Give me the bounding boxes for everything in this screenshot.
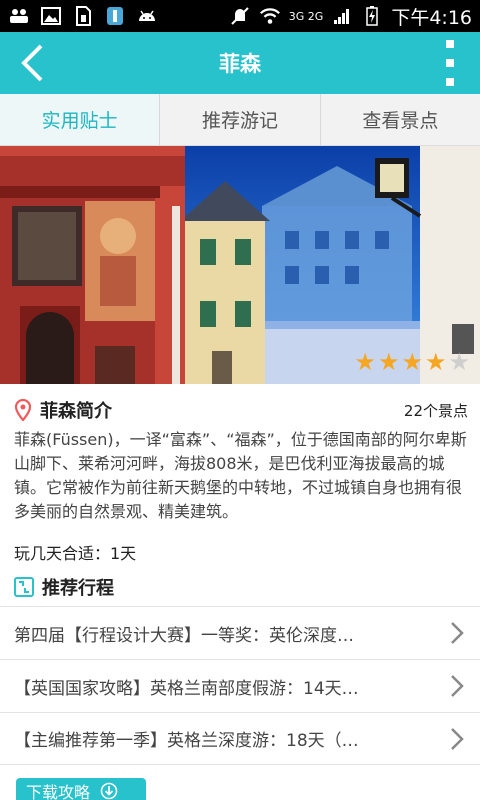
star-filled-icon: ★	[354, 348, 376, 376]
back-arrow-icon	[21, 44, 43, 82]
itinerary-title: 【主编推荐第一季】英格兰深度游：18天（…	[14, 731, 359, 751]
back-button[interactable]	[12, 42, 52, 84]
star-filled-icon: ★	[377, 348, 400, 376]
download-icon	[100, 782, 118, 800]
menu-dot-icon	[446, 78, 454, 86]
image-icon	[40, 6, 62, 26]
itinerary-list: 第四届【行程设计大赛】一等奖：英伦深度… 【英国国家攻略】英格兰南部度假游：14…	[0, 606, 480, 765]
city-banner-image[interactable]: ★ ★ ★ ★ ★	[0, 146, 480, 384]
itinerary-item[interactable]: 【英国国家攻略】英格兰南部度假游：14天…	[0, 659, 480, 712]
rating-stars: ★ ★ ★ ★ ★	[354, 350, 470, 374]
tab-attractions[interactable]: 查看景点	[321, 94, 480, 145]
itinerary-item[interactable]: 第四届【行程设计大赛】一等奖：英伦深度…	[0, 606, 480, 659]
tab-tips[interactable]: 实用贴士	[0, 94, 161, 145]
itinerary-title: 【英国国家攻略】英格兰南部度假游：14天…	[14, 678, 359, 699]
intro-header: 菲森简介 22个景点	[14, 396, 468, 424]
star-filled-icon: ★	[401, 348, 423, 376]
status-time: 下午4:16	[391, 6, 472, 29]
star-empty-icon: ★	[448, 348, 470, 376]
itinerary-icon	[14, 577, 34, 597]
chevron-right-icon	[451, 727, 464, 750]
star-filled-icon: ★	[424, 348, 447, 376]
people-icon	[8, 6, 30, 26]
recommend-title: 推荐行程	[42, 578, 114, 599]
suggested-duration: 玩几天合适：1天	[14, 544, 137, 563]
status-bar: 3G 2G 下午4:16	[0, 0, 480, 32]
signal-icon	[331, 6, 353, 26]
attraction-count[interactable]: 22个景点	[404, 400, 468, 421]
itinerary-item[interactable]: 【主编推荐第一季】英格兰深度游：18天（…	[0, 712, 480, 765]
tab-travel-notes[interactable]: 推荐游记	[160, 94, 321, 145]
page-title: 菲森	[219, 52, 261, 76]
network-type: 3G 2G	[288, 9, 324, 23]
battery-icon	[361, 6, 383, 26]
intro-description: 菲森(Füssen)，一译“富森”、“福森”，位于德国南部的阿尔卑斯山脚下、莱希…	[14, 430, 467, 521]
location-pin-icon	[14, 399, 32, 421]
usb-icon	[104, 6, 126, 26]
sim-icon	[72, 6, 94, 26]
wifi-icon	[259, 6, 281, 26]
app-header: 菲森	[0, 32, 480, 94]
recommend-header: 推荐行程	[14, 574, 114, 600]
download-label: 下载攻略	[26, 783, 91, 800]
tab-bar: 实用贴士 推荐游记 查看景点	[0, 94, 480, 146]
android-icon	[136, 6, 158, 26]
chevron-right-icon	[451, 622, 464, 644]
menu-dot-icon	[446, 40, 454, 48]
mute-icon	[229, 6, 251, 26]
more-menu-button[interactable]	[440, 40, 460, 86]
chevron-right-icon	[451, 675, 464, 697]
menu-dot-icon	[446, 59, 454, 67]
intro-title: 菲森简介	[40, 401, 112, 422]
itinerary-title: 第四届【行程设计大赛】一等奖：英伦深度…	[14, 625, 354, 646]
download-guide-button[interactable]: 下载攻略	[16, 778, 146, 800]
